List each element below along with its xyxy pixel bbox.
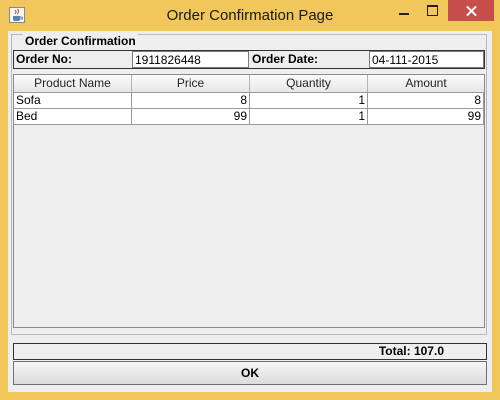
order-date-field[interactable]: 04-111-2015 xyxy=(369,51,484,68)
minimize-icon[interactable] xyxy=(389,0,418,21)
order-items-table[interactable]: Product Name Price Quantity Amount Sofa … xyxy=(13,74,485,328)
column-header-quantity[interactable]: Quantity xyxy=(250,75,368,92)
window-content: Order Confirmation Order No: 1911826448 … xyxy=(8,31,492,392)
cell-product-name[interactable]: Sofa xyxy=(14,93,132,109)
cell-amount[interactable]: 8 xyxy=(368,93,484,109)
column-header-price[interactable]: Price xyxy=(132,75,250,92)
table-row[interactable]: Bed 99 1 99 xyxy=(14,109,484,125)
total-label: Total: 107.0 xyxy=(378,344,444,358)
ok-button[interactable]: OK xyxy=(13,361,487,385)
order-date-label: Order Date: xyxy=(252,52,319,66)
cell-price[interactable]: 8 xyxy=(132,93,250,109)
order-no-field[interactable]: 1911826448 xyxy=(132,51,249,68)
cell-quantity[interactable]: 1 xyxy=(250,109,368,125)
order-info-row: Order No: 1911826448 Order Date: 04-111-… xyxy=(13,50,485,69)
maximize-icon[interactable] xyxy=(418,0,447,21)
panel-title: Order Confirmation xyxy=(23,34,138,48)
column-header-product-name[interactable]: Product Name xyxy=(14,75,132,92)
cell-amount[interactable]: 99 xyxy=(368,109,484,125)
cell-price[interactable]: 99 xyxy=(132,109,250,125)
table-row[interactable]: Sofa 8 1 8 xyxy=(14,93,484,109)
close-icon[interactable] xyxy=(448,0,494,21)
column-header-amount[interactable]: Amount xyxy=(368,75,484,92)
table-header: Product Name Price Quantity Amount xyxy=(14,75,484,93)
order-no-label: Order No: xyxy=(16,52,73,66)
cell-product-name[interactable]: Bed xyxy=(14,109,132,125)
title-bar[interactable]: Order Confirmation Page xyxy=(0,0,500,31)
cell-quantity[interactable]: 1 xyxy=(250,93,368,109)
total-bar: Total: 107.0 xyxy=(13,343,487,360)
